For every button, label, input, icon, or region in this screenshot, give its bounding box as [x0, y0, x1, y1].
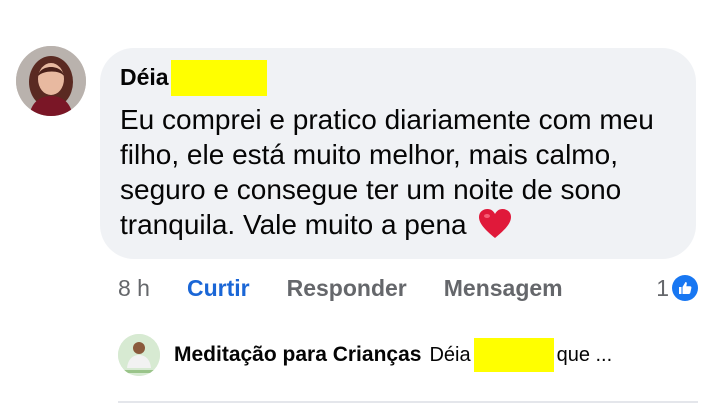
divider: [118, 401, 698, 405]
comment-author[interactable]: Déia: [120, 65, 169, 89]
reply-author[interactable]: Meditação para Crianças: [174, 343, 421, 367]
reaction-count: 1: [656, 274, 669, 301]
reply-avatar[interactable]: [118, 334, 160, 376]
comment-bubble: Déia Eu comprei e pratico diariamente co…: [100, 48, 696, 259]
reply-preview-prefix: Déia: [429, 343, 471, 366]
reply-preview[interactable]: Meditação para Crianças Déia que ...: [118, 332, 698, 378]
profile-photo-icon: [16, 46, 86, 116]
author-row: Déia: [120, 58, 676, 96]
comment-text: Eu comprei e pratico diariamente com meu…: [120, 102, 680, 242]
comment-timestamp[interactable]: 8 h: [118, 275, 150, 302]
reply-preview-suffix: que ...: [556, 343, 613, 366]
comment-body: Eu comprei e pratico diariamente com meu…: [120, 104, 654, 240]
redacted-surname: [170, 60, 267, 96]
redacted-name: [473, 338, 554, 372]
comment-avatar[interactable]: [16, 46, 86, 116]
message-button[interactable]: Mensagem: [444, 275, 563, 302]
red-heart-icon: [479, 209, 512, 238]
reaction-summary[interactable]: 1: [656, 275, 698, 302]
comment-actions: 8 h Curtir Responder Mensagem 1: [118, 270, 698, 306]
reply-button[interactable]: Responder: [287, 275, 407, 302]
like-button[interactable]: Curtir: [187, 275, 250, 302]
page-avatar-icon: [118, 334, 160, 376]
like-thumb-icon: [672, 275, 698, 301]
